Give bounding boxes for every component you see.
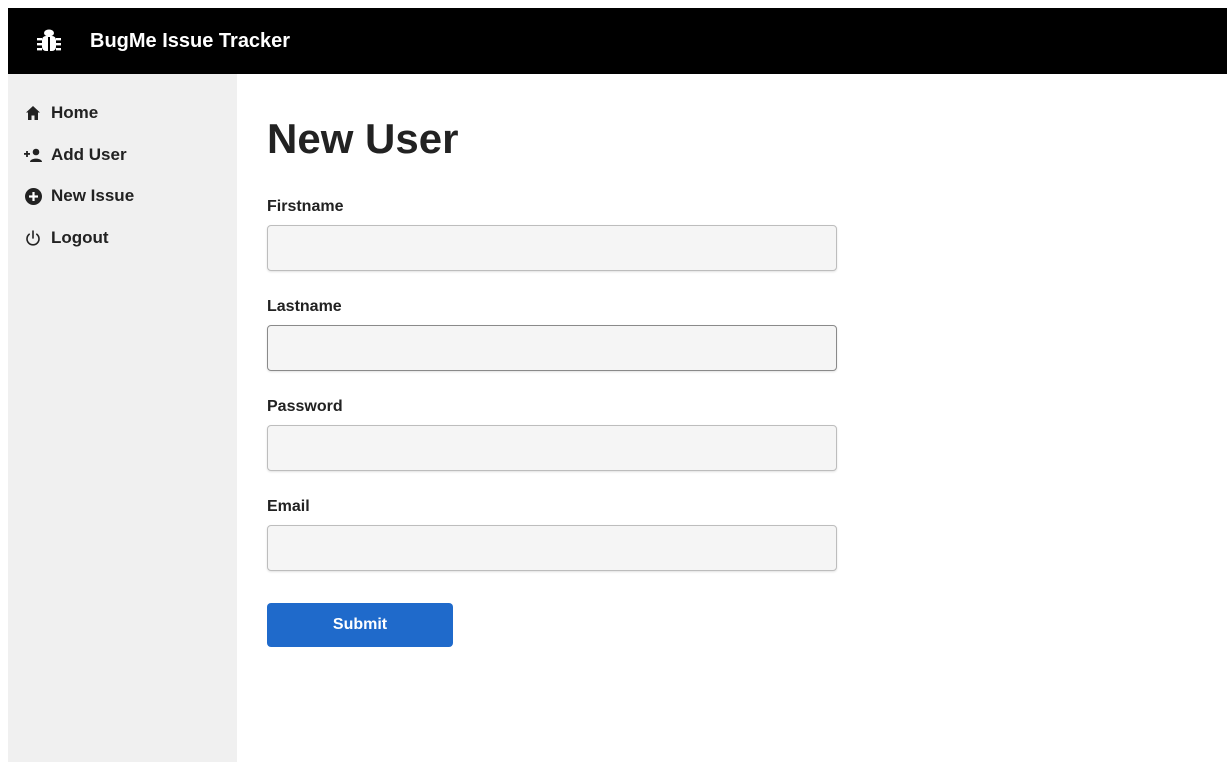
firstname-label: Firstname: [267, 198, 344, 215]
lastname-label: Lastname: [267, 298, 342, 315]
sidebar-item-label: Home: [51, 103, 99, 122]
sidebar-item-new-issue[interactable]: New Issue: [24, 183, 134, 209]
sidebar-item-add-user[interactable]: Add User: [24, 142, 127, 168]
page-title: New User: [267, 115, 459, 162]
password-label: Password: [267, 398, 343, 415]
top-bar: BugMe Issue Tracker: [8, 8, 1227, 74]
sidebar-item-label: Logout: [51, 228, 109, 247]
lastname-field[interactable]: [267, 325, 837, 371]
sidebar-item-logout[interactable]: Logout: [24, 225, 109, 251]
app-window: BugMe Issue Tracker Home Add User New Is…: [8, 8, 1227, 762]
password-field[interactable]: [267, 425, 837, 471]
home-icon: [24, 104, 42, 122]
app-title: BugMe Issue Tracker: [90, 30, 291, 52]
power-icon: [24, 229, 42, 247]
email-label: Email: [267, 498, 310, 515]
sidebar: Home Add User New Issue Logout: [8, 74, 237, 762]
bug-icon: [35, 27, 63, 55]
sidebar-item-home[interactable]: Home: [24, 100, 98, 126]
add-user-icon: [24, 146, 42, 164]
sidebar-item-label: Add User: [51, 145, 127, 164]
main-content: New User Firstname Lastname Password Ema…: [237, 74, 1227, 762]
submit-button[interactable]: Submit: [267, 603, 453, 647]
plus-circle-icon: [24, 187, 42, 205]
email-field[interactable]: [267, 525, 837, 571]
firstname-field[interactable]: [267, 225, 837, 271]
sidebar-item-label: New Issue: [51, 186, 135, 205]
